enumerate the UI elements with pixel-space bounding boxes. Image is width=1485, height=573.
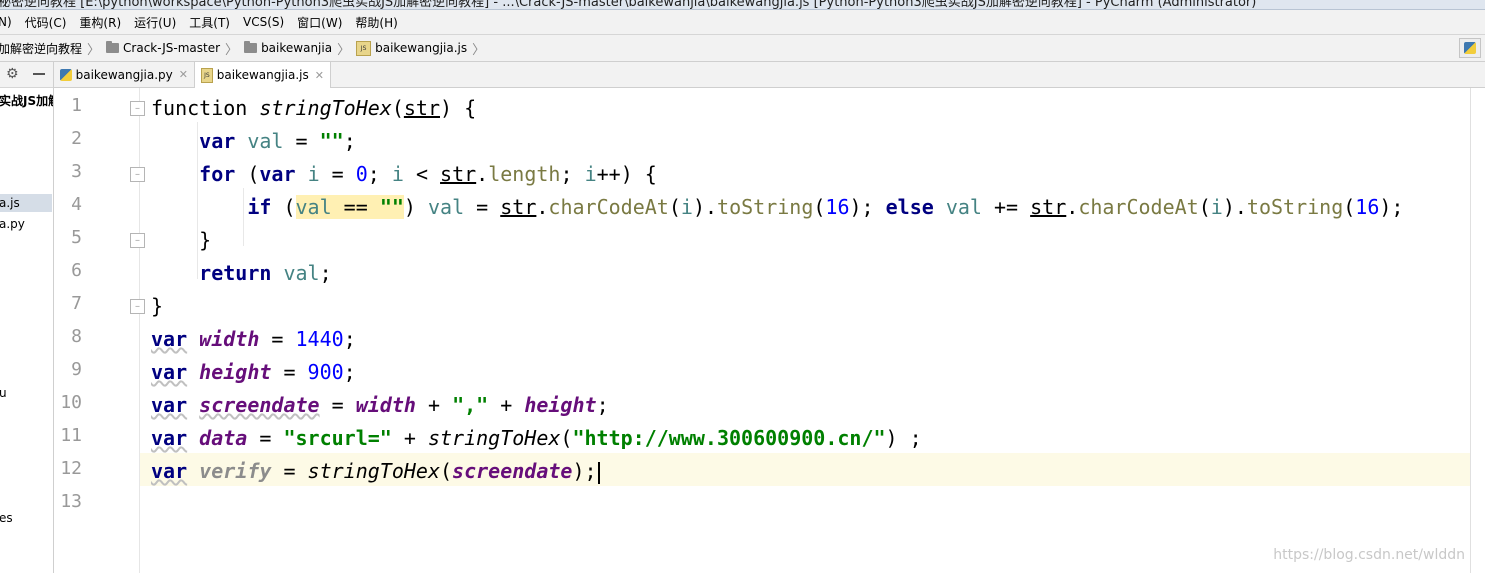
line-number: 11 [60,425,82,446]
code-line-5: } [151,228,212,252]
breadcrumb-item-project[interactable]: 加解密逆向教程 〉 [0,39,106,58]
fold-collapse-icon[interactable]: – [130,167,145,182]
chevron-right-icon: 〉 [472,42,486,58]
js-file-icon: JS [356,40,372,56]
python-file-icon [60,68,72,81]
project-item-es[interactable]: es [0,511,13,525]
menu-item-navigate[interactable]: N) [0,15,12,29]
gutter-divider [139,88,140,573]
breadcrumb-item-baikewangjia-js[interactable]: JS baikewangjia.js 〉 [356,39,491,58]
fold-collapse-icon[interactable]: – [130,101,145,116]
text-caret [597,461,600,484]
editor-tab-bar: baikewangjia.py ✕ JS baikewangjia.js ✕ [54,62,1485,88]
menu-item-help[interactable]: 帮助(H) [355,14,397,31]
code-line-10: var screendate = width + "," + height; [151,393,609,417]
breadcrumb-label: Crack-JS-master [123,41,221,55]
fold-end-icon[interactable]: – [130,233,145,248]
line-number: 6 [71,260,82,281]
line-number: 2 [71,128,82,149]
code-line-4: if (val == "") val = str.charCodeAt(i).t… [247,195,1404,219]
tab-baikewangjia-js[interactable]: JS baikewangjia.js ✕ [194,62,331,88]
python-config-button[interactable] [1459,38,1481,58]
project-item-js[interactable]: a.js [0,194,52,212]
line-number: 9 [71,359,82,380]
breadcrumb: 加解密逆向教程 〉 Crack-JS-master 〉 baikewanjia … [0,35,1485,62]
code-line-3: for (var i = 0; i < str.length; i++) { [199,162,657,186]
project-item-py[interactable]: a.py [0,217,25,231]
menu-item-code[interactable]: 代码(C) [25,14,67,31]
folder-icon [106,41,120,53]
breadcrumb-item-crack-js-master[interactable]: Crack-JS-master 〉 [106,39,244,58]
line-number: 7 [71,293,82,314]
chevron-right-icon: 〉 [337,42,351,58]
window-title: 秘密逆向教程 [E:\python\workspace\Python-Pytho… [0,0,1257,10]
line-number: 1 [71,95,82,116]
tab-label: baikewangjia.js [216,68,309,82]
code-editor[interactable]: 1 2 3 4 5 6 7 8 9 10 11 12 13 – – – – fu… [54,88,1485,573]
gear-icon[interactable]: ⚙ [6,66,19,82]
right-margin-guide [1470,88,1471,573]
line-number: 12 [60,458,82,479]
watermark: https://blog.csdn.net/wlddn [1273,547,1465,563]
code-line-9: var height = 900; [151,360,356,384]
code-line-2: var val = ""; [199,129,356,153]
close-icon[interactable]: ✕ [315,69,324,82]
line-number: 5 [71,227,82,248]
code-line-6: return val; [199,261,332,285]
line-number: 4 [71,194,82,215]
chevron-right-icon: 〉 [225,42,239,58]
python-icon [1464,42,1476,54]
chevron-right-icon: 〉 [87,42,101,58]
code-line-7: } [151,294,164,318]
tab-baikewangjia-py[interactable]: baikewangjia.py ✕ [54,62,194,87]
project-root-item[interactable]: 实战JS加解 [0,92,53,109]
project-panel: ⚙ 实战JS加解 a.js a.py u es [0,62,54,573]
line-number: 8 [71,326,82,347]
breadcrumb-label: baikewanjia [261,41,333,55]
menu-item-tools[interactable]: 工具(T) [189,14,230,31]
folder-icon [244,41,258,53]
tab-label: baikewangjia.py [75,67,173,82]
project-panel-header: ⚙ [0,62,53,88]
line-number: 10 [60,392,82,413]
code-line-8: var width = 1440; [151,327,356,351]
line-number: 3 [71,161,82,182]
code-line-12: var verify = stringToHex(screendate); [151,455,600,488]
breadcrumb-item-baikewanjia[interactable]: baikewanjia 〉 [244,39,356,58]
code-line-1: function stringToHex(str) { [151,96,477,120]
js-file-icon: JS [201,67,213,83]
breadcrumb-label: 加解密逆向教程 [0,41,83,56]
close-icon[interactable]: ✕ [179,68,188,81]
project-item-u[interactable]: u [0,386,7,400]
code-line-11: var data = "srcurl=" + stringToHex("http… [151,426,922,450]
menu-item-vcs[interactable]: VCS(S) [243,15,284,29]
breadcrumb-label: baikewangjia.js [375,41,468,55]
menu-item-window[interactable]: 窗口(W) [297,14,342,31]
window-title-bar: 秘密逆向教程 [E:\python\workspace\Python-Pytho… [0,0,1485,10]
menu-item-refactor[interactable]: 重构(R) [79,14,121,31]
fold-end-icon[interactable]: – [130,299,145,314]
line-number: 13 [60,491,82,512]
menu-bar: N) 代码(C) 重构(R) 运行(U) 工具(T) VCS(S) 窗口(W) … [0,10,1485,35]
menu-item-run[interactable]: 运行(U) [134,14,176,31]
collapse-icon[interactable] [33,73,45,75]
